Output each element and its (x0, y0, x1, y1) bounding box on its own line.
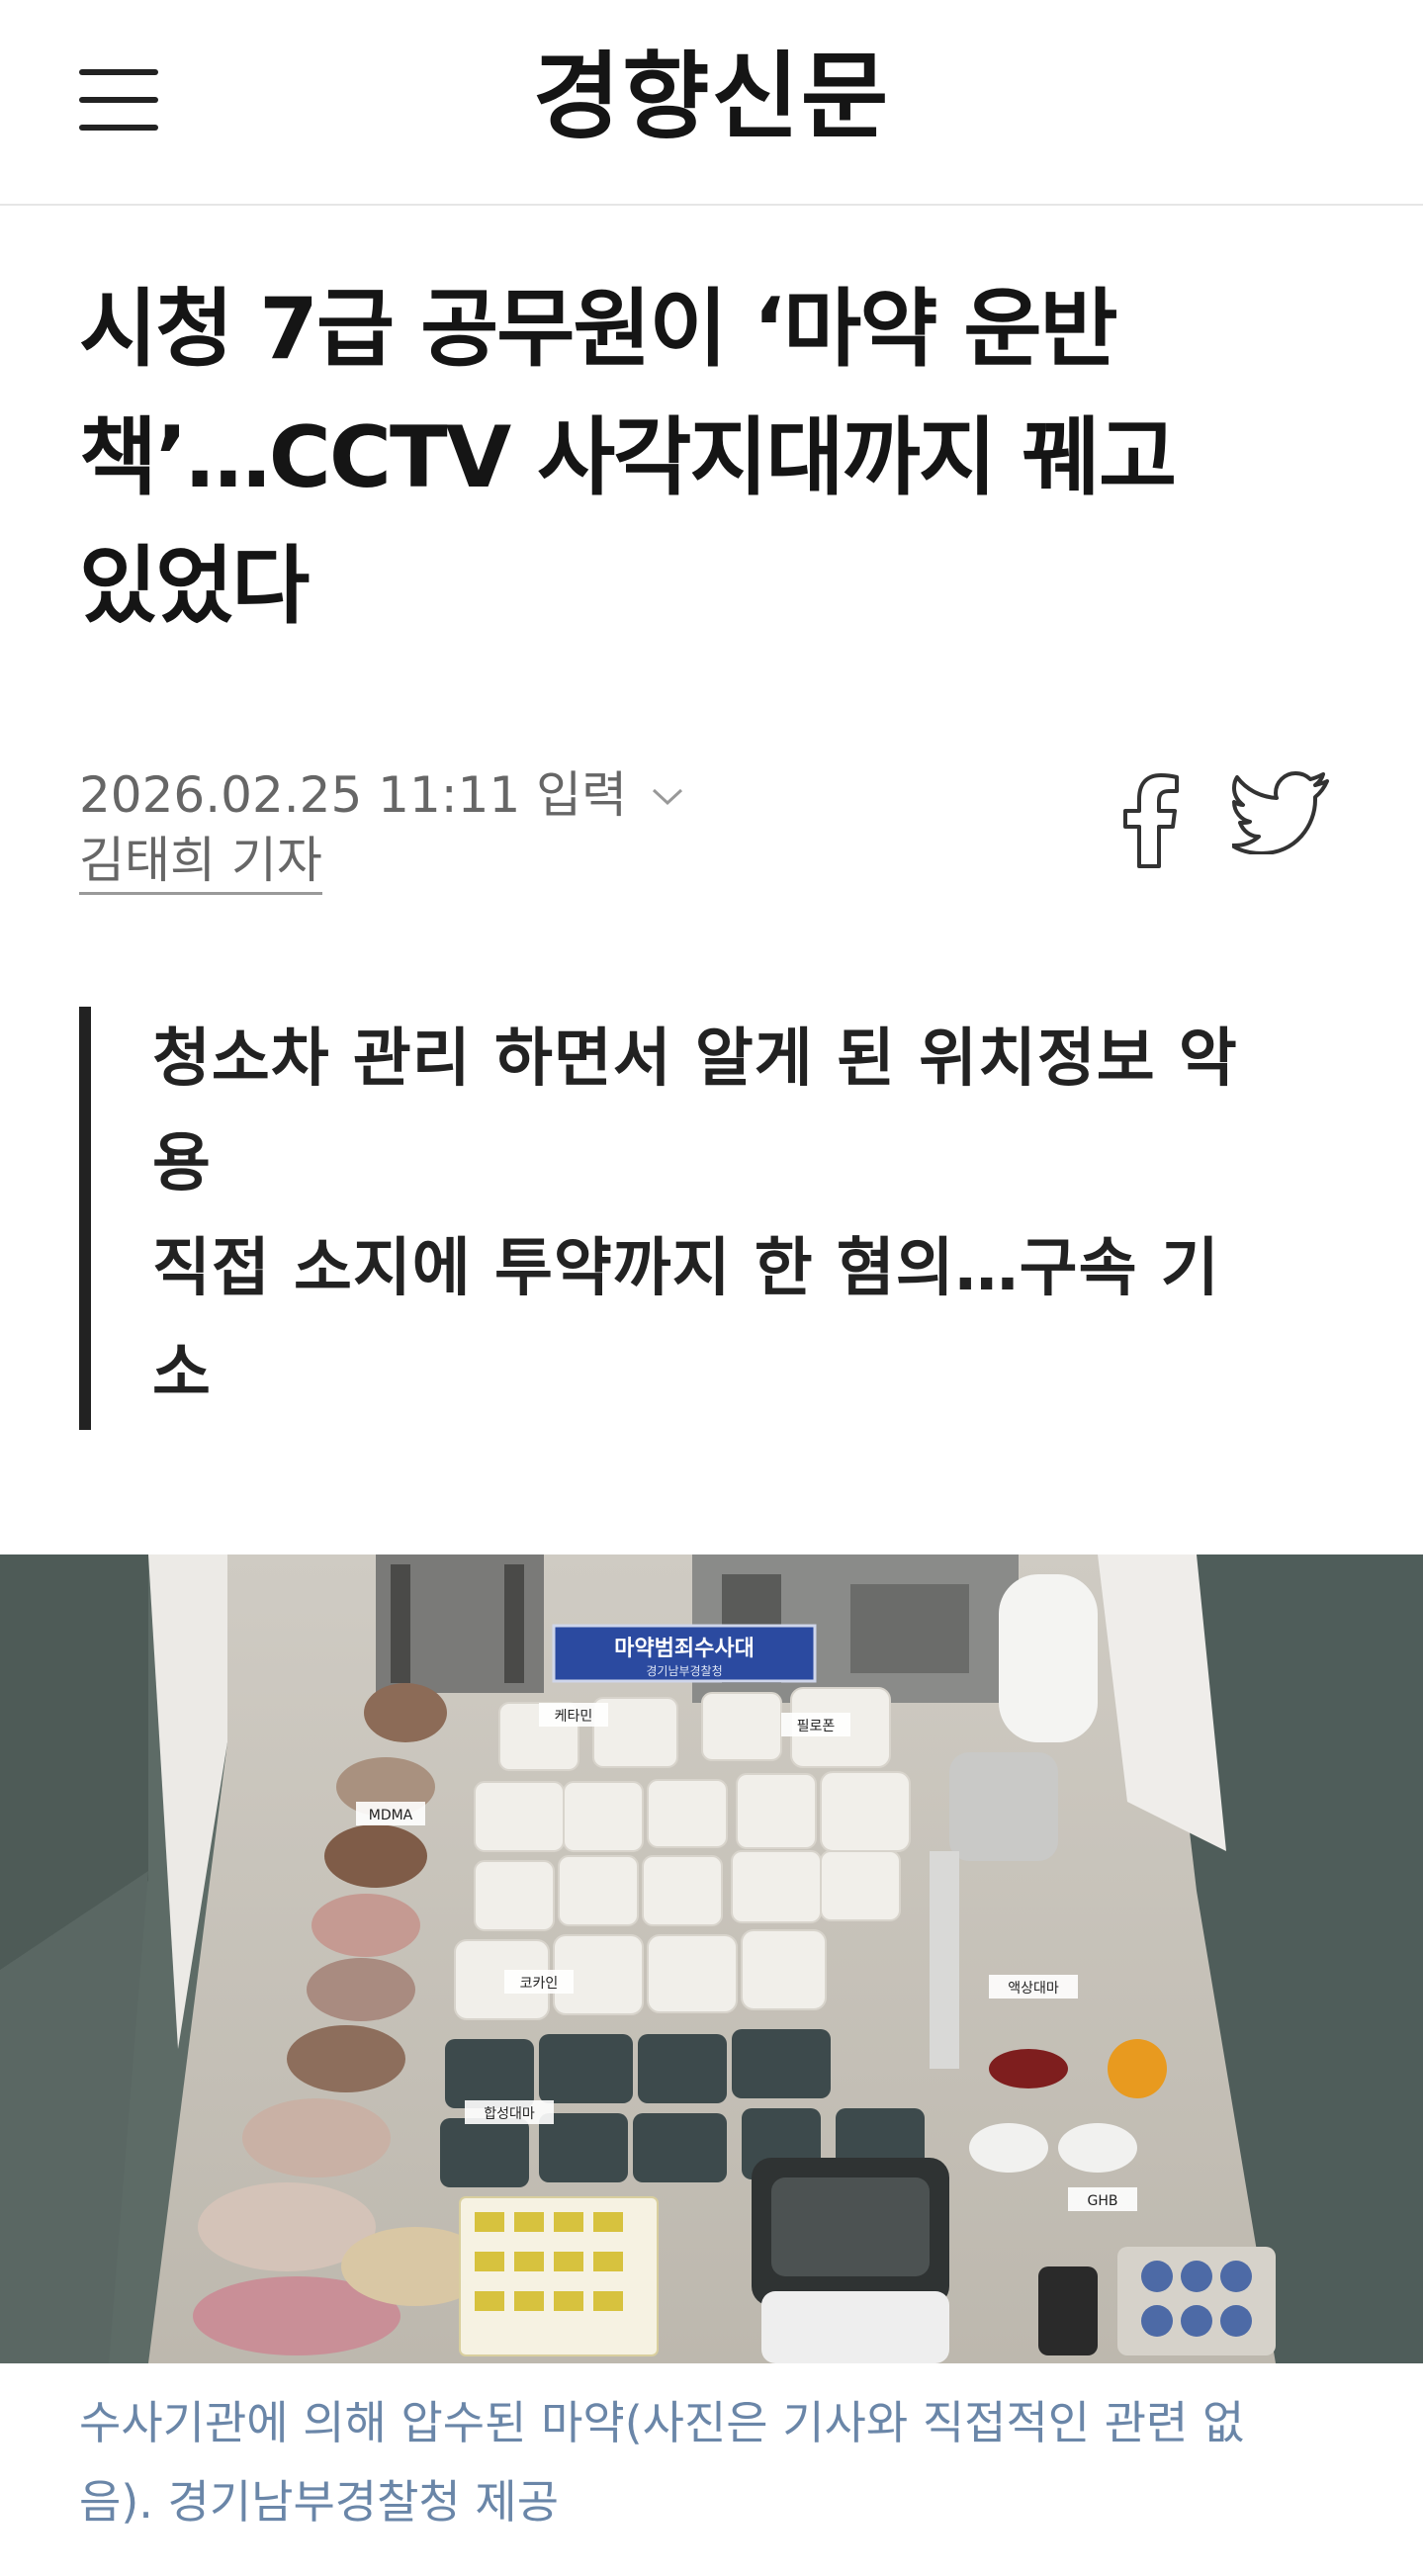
label-cocaine: 코카인 (520, 1976, 559, 1992)
headline-line-2: 책’…CCTV 사각지대까지 꿰고 (79, 408, 1177, 507)
author-link[interactable]: 김태희 기자 (79, 829, 322, 895)
twitter-icon[interactable] (1230, 771, 1331, 858)
label-liquid-cannabis: 액상대마 (1008, 1981, 1059, 1997)
article-summary: 청소차 관리 하면서 알게 된 위치정보 악 용 직접 소지에 투약까지 한 혐… (79, 1007, 1388, 1430)
chevron-down-icon[interactable] (651, 762, 684, 820)
label-synthetic-cannabis: 합성대마 (484, 2106, 535, 2122)
summary-line-3: 직접 소지에 투약까지 한 혐의…구속 기 (152, 1232, 1220, 1305)
photo-banner-text: 마약범죄수사대 (614, 1637, 755, 1661)
caption-line-2: 음). 경기남부경찰청 제공 (79, 2475, 560, 2529)
label-ghb: GHB (1088, 2193, 1118, 2209)
headline-line-1: 시청 7급 공무원이 ‘마약 운반 (79, 280, 1118, 379)
site-logo[interactable]: 경향신문 (0, 38, 1423, 156)
label-mdma: MDMA (369, 1808, 413, 1823)
top-bar: 경향신문 (0, 0, 1423, 206)
facebook-icon[interactable] (1117, 771, 1187, 874)
summary-line-1: 청소차 관리 하면서 알게 된 위치정보 악 (152, 1022, 1238, 1096)
article-meta: 2026.02.25 11:11 입력 김태희 기자 (79, 759, 684, 895)
label-philopon: 필로폰 (797, 1719, 836, 1734)
publish-date: 2026.02.25 11:11 입력 (79, 766, 628, 824)
label-ketamine: 케타민 (555, 1709, 593, 1725)
seized-drugs-photo: 마약범죄수사대 경기남부경찰청 케타민 필로폰 MDMA 코카인 액상대마 합성… (0, 1554, 1423, 2363)
article-photo[interactable]: 마약범죄수사대 경기남부경찰청 케타민 필로폰 MDMA 코카인 액상대마 합성… (0, 1554, 1423, 2363)
headline-line-3: 있었다 (79, 537, 310, 636)
summary-line-4: 소 (152, 1337, 212, 1410)
article-headline: 시청 7급 공무원이 ‘마약 운반 책’…CCTV 사각지대까지 꿰고 있었다 (79, 265, 1355, 651)
caption-line-1: 수사기관에 의해 압수된 마약(사진은 기사와 직접적인 관련 없 (79, 2396, 1245, 2449)
summary-line-2: 용 (152, 1127, 212, 1200)
photo-caption: 수사기관에 의해 압수된 마약(사진은 기사와 직접적인 관련 없 음). 경기… (79, 2383, 1355, 2541)
photo-banner-sub: 경기남부경찰청 (646, 1664, 722, 1678)
